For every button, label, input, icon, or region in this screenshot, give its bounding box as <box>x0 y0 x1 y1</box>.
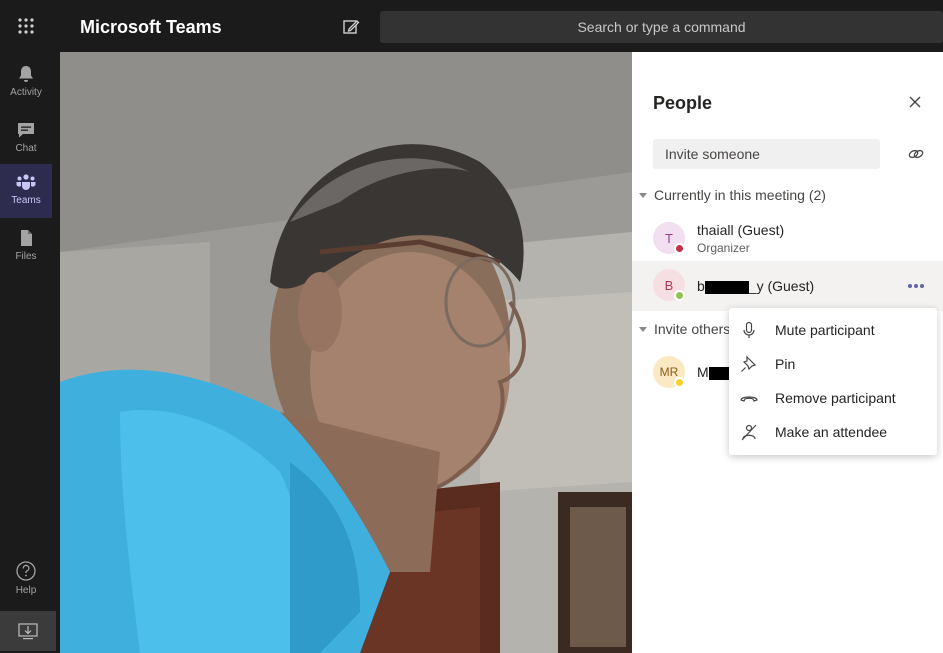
chevron-down-icon <box>639 326 647 332</box>
more-options-icon[interactable] <box>905 279 927 293</box>
top-bar: Microsoft Teams Search or type a command <box>0 0 943 52</box>
hang-up-icon <box>739 388 759 408</box>
app-title: Microsoft Teams <box>80 17 222 37</box>
avatar-initials: T <box>665 230 673 246</box>
close-icon[interactable] <box>907 94 923 110</box>
chat-icon <box>18 123 34 138</box>
search-placeholder: Search or type a command <box>577 19 746 35</box>
status-away-icon <box>674 377 685 388</box>
teams-window: Microsoft Teams Search or type a command… <box>0 0 943 653</box>
microphone-icon <box>739 320 759 340</box>
section-label: Currently in this meeting (2) <box>654 187 826 203</box>
help-icon <box>16 561 36 581</box>
search-command-box[interactable]: Search or type a command <box>380 11 943 43</box>
menu-item-label: Remove participant <box>775 390 896 406</box>
status-available-icon <box>674 290 685 301</box>
participant-name-prefix: b <box>697 278 705 294</box>
bell-icon <box>19 66 33 82</box>
make-attendee-icon <box>739 422 759 442</box>
redaction-bar <box>708 366 729 380</box>
section-currently-in-meeting[interactable]: Currently in this meeting (2) <box>639 187 826 203</box>
invite-someone-input[interactable]: Invite someone <box>653 139 880 169</box>
video-frame <box>60 52 632 653</box>
app-launcher-icon[interactable] <box>12 12 40 40</box>
pin-icon <box>739 354 759 374</box>
rail-label: Activity <box>10 87 42 98</box>
participant-name: thaiall (Guest) <box>697 222 785 238</box>
menu-item-remove-participant[interactable]: Remove participant <box>729 381 937 415</box>
rail-label: Help <box>15 585 37 596</box>
section-invite-others[interactable]: Invite others <box>639 321 730 337</box>
menu-item-pin[interactable]: Pin <box>729 347 937 381</box>
invite-placeholder: Invite someone <box>665 146 760 162</box>
rail-item-files[interactable]: Files <box>0 220 52 274</box>
participant-name-suffix: _y (Guest) <box>748 278 815 294</box>
app-bar: Activity Chat Teams Files Help <box>0 52 60 653</box>
participant-name: b _y (Guest) <box>697 278 814 294</box>
status-busy-icon <box>674 243 685 254</box>
rail-item-help[interactable]: Help <box>0 552 52 606</box>
participant-context-menu: Mute participant Pin Remove participant <box>729 308 937 455</box>
participant-row[interactable]: T thaiall (Guest) Organizer <box>632 212 943 262</box>
rail-item-activity[interactable]: Activity <box>0 56 52 110</box>
rail-item-chat[interactable]: Chat <box>0 112 52 166</box>
file-icon <box>21 230 32 246</box>
section-label: Invite others <box>654 321 731 337</box>
menu-item-label: Make an attendee <box>775 424 888 440</box>
teams-icon <box>16 174 36 190</box>
new-chat-compose-icon[interactable] <box>340 16 362 38</box>
rail-label: Chat <box>15 143 37 154</box>
rail-label: Files <box>15 251 37 262</box>
copy-link-icon[interactable] <box>906 144 926 164</box>
avatar-initials: B <box>664 277 674 293</box>
participant-role: Organizer <box>697 241 750 255</box>
menu-item-make-attendee[interactable]: Make an attendee <box>729 415 937 449</box>
panel-title: People <box>653 93 713 113</box>
rail-item-teams[interactable]: Teams <box>0 164 52 218</box>
menu-item-label: Pin <box>775 356 796 372</box>
chevron-down-icon <box>639 192 647 198</box>
rail-label: Teams <box>11 195 41 206</box>
participant-video-feed <box>60 52 632 653</box>
download-desktop-app-icon[interactable] <box>0 611 56 651</box>
participant-row[interactable]: B b _y (Guest) <box>632 261 943 311</box>
invitee-name: M <box>697 364 729 380</box>
menu-item-label: Mute participant <box>775 322 875 338</box>
redaction-bar <box>704 280 749 294</box>
menu-item-mute-participant[interactable]: Mute participant <box>729 313 937 347</box>
invitee-name-prefix: M <box>697 364 709 380</box>
